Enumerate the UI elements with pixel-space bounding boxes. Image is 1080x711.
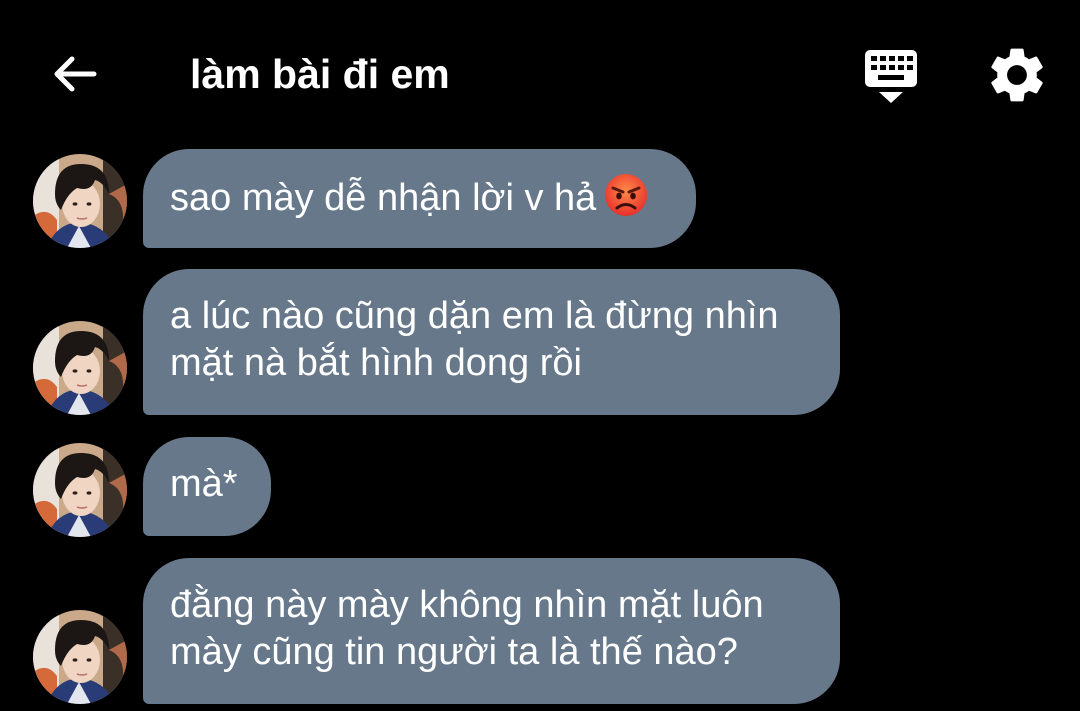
message-text: mà* bbox=[170, 463, 238, 505]
top-bar: làm bài đi em bbox=[0, 0, 1080, 140]
keyboard-button[interactable] bbox=[858, 44, 924, 106]
avatar[interactable] bbox=[33, 610, 127, 704]
arrow-left-icon bbox=[54, 56, 97, 92]
gear-icon bbox=[991, 48, 1043, 102]
message-bubble[interactable]: sao mày dễ nhận lời v hả bbox=[143, 149, 696, 248]
avatar[interactable] bbox=[33, 321, 127, 415]
avatar[interactable] bbox=[33, 443, 127, 537]
back-button[interactable] bbox=[44, 44, 104, 104]
conversation-title: làm bài đi em bbox=[190, 51, 450, 97]
angry-face-emoji bbox=[605, 174, 648, 216]
message-bubble[interactable]: mà* bbox=[143, 437, 271, 536]
message-text-line: a lúc nào cũng dặn em là đừng nhìn bbox=[170, 295, 779, 337]
avatar[interactable] bbox=[33, 154, 127, 248]
message-text-line: đằng này mày không nhìn mặt luôn bbox=[170, 584, 764, 626]
message-text-line: mày cũng tin người ta là thế nào? bbox=[170, 631, 738, 673]
message-bubble[interactable]: a lúc nào cũng dặn em là đừng nhìn mặt n… bbox=[143, 269, 840, 415]
message-bubble[interactable]: đằng này mày không nhìn mặt luôn mày cũn… bbox=[143, 558, 840, 704]
settings-button[interactable] bbox=[984, 42, 1050, 108]
message-text: sao mày dễ nhận lời v hả bbox=[170, 173, 670, 222]
keyboard-hide-icon bbox=[865, 50, 917, 103]
message-text-line: mặt nà bắt hình dong rồi bbox=[170, 342, 582, 384]
